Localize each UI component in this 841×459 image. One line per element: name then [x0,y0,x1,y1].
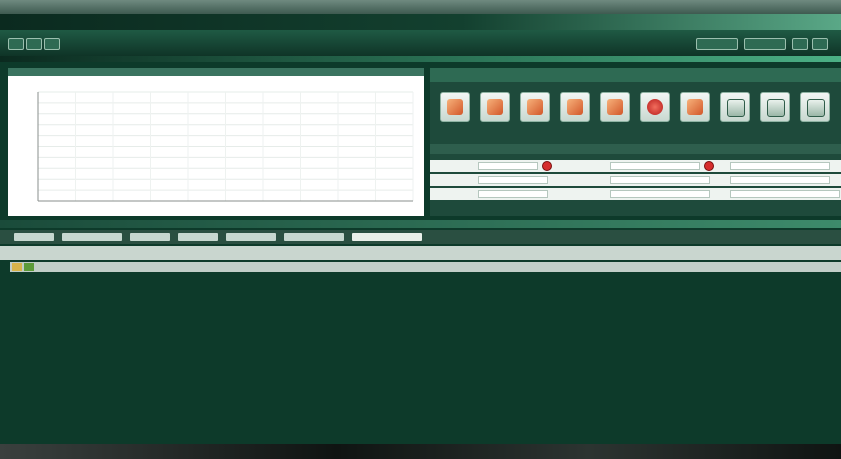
instrument-button[interactable] [800,92,830,122]
tab[interactable] [14,233,54,241]
toolbar-button[interactable] [8,38,24,50]
record-icon [647,99,663,115]
tool-icon [607,99,623,115]
control-panel [430,68,841,216]
parameter-field[interactable] [730,162,830,170]
row-status-indicator [12,263,22,271]
parameter-row [430,188,841,200]
toolbar-button[interactable] [44,38,60,50]
stop-button[interactable] [542,161,552,171]
instrument-button[interactable] [520,92,550,122]
document-icon [727,99,745,117]
parameter-field[interactable] [610,162,700,170]
tab-strip [0,230,841,244]
tab[interactable] [226,233,276,241]
parameter-field[interactable] [610,190,710,198]
table-body [0,274,841,444]
instrument-button[interactable] [760,92,790,122]
folder-icon [447,99,463,115]
toolbar [0,30,841,56]
tab[interactable] [352,233,422,241]
document-icon [807,99,825,117]
tool-icon [567,99,583,115]
chart-panel-header [8,68,424,76]
chart-svg [37,91,414,202]
parameter-field[interactable] [478,176,548,184]
window-title-bar [0,0,841,14]
tool-icon [527,99,543,115]
instrument-button[interactable] [480,92,510,122]
parameter-field[interactable] [730,176,830,184]
toolbar-button[interactable] [812,38,828,50]
tab[interactable] [62,233,122,241]
menu-bar [0,14,841,30]
instrument-button[interactable] [680,92,710,122]
instrument-button[interactable] [640,92,670,122]
parameter-field[interactable] [478,162,538,170]
document-icon [767,99,785,117]
toolbar-selector[interactable] [696,38,738,50]
instrument-button[interactable] [720,92,750,122]
instrument-toolbar [440,92,840,126]
toolbar-button[interactable] [792,38,808,50]
instrument-button[interactable] [600,92,630,122]
toolbar-button[interactable] [26,38,42,50]
row-status-indicator [24,263,34,271]
chart-area [8,76,424,216]
parameter-row [430,174,841,186]
toolbar-selector[interactable] [744,38,786,50]
tool-icon [687,99,703,115]
table-header [0,246,841,260]
tab[interactable] [130,233,170,241]
control-panel-header [430,68,841,82]
chart-panel [8,68,424,216]
section-divider [0,220,841,228]
stop-button[interactable] [704,161,714,171]
parameter-field[interactable] [610,176,710,184]
parameter-field[interactable] [730,190,840,198]
instrument-button[interactable] [560,92,590,122]
tab[interactable] [178,233,218,241]
toolbar-accent [0,56,841,62]
parameter-field[interactable] [478,190,548,198]
parameters-header [430,144,841,154]
instrument-button[interactable] [440,92,470,122]
parameter-row [430,160,841,172]
tool-icon [487,99,503,115]
tab[interactable] [284,233,344,241]
status-bar [0,444,841,459]
table-row[interactable] [10,262,841,272]
